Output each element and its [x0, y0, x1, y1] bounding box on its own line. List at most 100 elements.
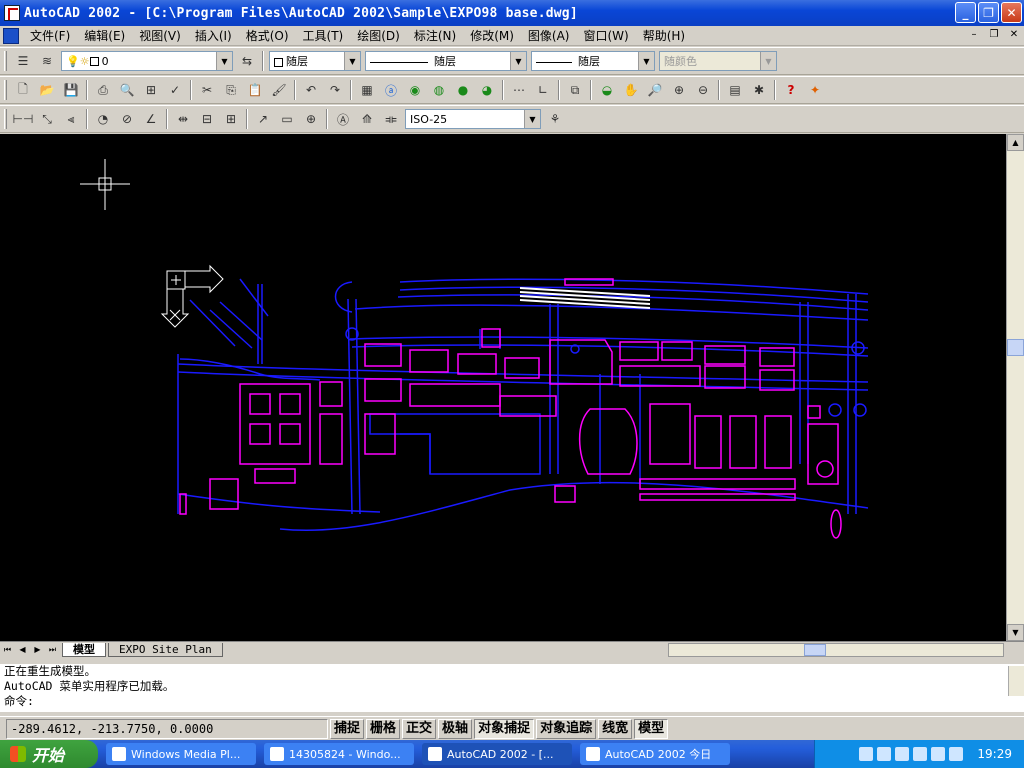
- lineweight-toggle[interactable]: 线宽: [598, 718, 633, 739]
- menu-tools[interactable]: 工具(T): [296, 27, 351, 45]
- dimension-text-edit-icon[interactable]: ⟰: [356, 108, 378, 130]
- continue-dimension-icon[interactable]: ⊞: [220, 108, 242, 130]
- globe-icon[interactable]: ◕: [476, 79, 498, 101]
- messenger-icon[interactable]: [949, 747, 964, 761]
- help-tray-icon[interactable]: [877, 747, 892, 761]
- command-input[interactable]: [33, 694, 974, 708]
- task-autocad-today[interactable]: AutoCAD 2002 今日: [580, 743, 730, 765]
- osnap-toggle[interactable]: 对象捕捉: [474, 718, 535, 739]
- doc-restore-button[interactable]: ❐: [986, 28, 1002, 42]
- 3d-orbit-icon[interactable]: ◒: [596, 79, 618, 101]
- model-space-toggle[interactable]: 模型: [634, 718, 669, 739]
- document-icon[interactable]: [3, 27, 19, 44]
- task-autocad-main[interactable]: AutoCAD 2002 - [...: [422, 743, 572, 765]
- keyboard-icon[interactable]: [859, 747, 874, 761]
- named-views-icon[interactable]: ⧉: [564, 79, 586, 101]
- grid-toggle[interactable]: 栅格: [366, 718, 401, 739]
- menu-image[interactable]: 图像(A): [521, 27, 577, 45]
- security-icon[interactable]: [931, 747, 946, 761]
- meet-now-icon[interactable]: ●: [452, 79, 474, 101]
- drawing-vertical-scrollbar[interactable]: ▲ ▼: [1006, 134, 1024, 641]
- menu-format[interactable]: 格式(O): [239, 27, 296, 45]
- scrollbar-thumb[interactable]: [804, 644, 826, 656]
- print-icon[interactable]: ⎙: [92, 79, 114, 101]
- cut-icon[interactable]: ✂: [196, 79, 218, 101]
- save-icon[interactable]: 💾: [60, 79, 82, 101]
- adcenter-icon[interactable]: ✱: [748, 79, 770, 101]
- chevron-down-icon[interactable]: ▼: [510, 52, 526, 70]
- linear-dimension-icon[interactable]: ⊢⊣: [12, 108, 34, 130]
- today-icon[interactable]: ⓐ: [380, 79, 402, 101]
- color-dropdown[interactable]: 随层 ▼: [269, 51, 361, 71]
- design-center-icon[interactable]: ▦: [356, 79, 378, 101]
- tab-expo-site-plan[interactable]: EXPO Site Plan: [108, 642, 223, 657]
- drawing-canvas[interactable]: [0, 134, 1006, 641]
- aligned-dimension-icon[interactable]: ⤡: [36, 108, 58, 130]
- properties-icon[interactable]: ▤: [724, 79, 746, 101]
- baseline-dimension-icon[interactable]: ⊟: [196, 108, 218, 130]
- publish-icon[interactable]: ⊞: [140, 79, 162, 101]
- dimension-update-icon[interactable]: ⟚: [380, 108, 402, 130]
- layer-manager-icon[interactable]: ☰: [12, 50, 34, 72]
- task-windows-media-player[interactable]: Windows Media Pl...: [106, 743, 256, 765]
- ortho-toggle[interactable]: 正交: [402, 718, 437, 739]
- copy-icon[interactable]: ⎘: [220, 79, 242, 101]
- undo-icon[interactable]: ↶: [300, 79, 322, 101]
- restore-button[interactable]: ❐: [978, 2, 999, 23]
- quick-leader-icon[interactable]: ↗: [252, 108, 274, 130]
- make-object-layer-current-icon[interactable]: ⇆: [236, 50, 258, 72]
- menu-dimension[interactable]: 标注(N): [407, 27, 463, 45]
- tab-model[interactable]: 模型: [62, 642, 106, 657]
- dimension-edit-icon[interactable]: Ⓐ: [332, 108, 354, 130]
- network-icon[interactable]: [895, 747, 910, 761]
- radius-dimension-icon[interactable]: ◔: [92, 108, 114, 130]
- chevron-down-icon[interactable]: ▼: [638, 52, 654, 70]
- active-assistance-icon[interactable]: ✦: [804, 79, 826, 101]
- doc-close-button[interactable]: ✕: [1006, 28, 1022, 42]
- scroll-up-icon[interactable]: ▲: [1007, 134, 1024, 151]
- first-tab-icon[interactable]: ⏮: [0, 643, 15, 657]
- drawing-horizontal-scrollbar[interactable]: [668, 643, 1004, 657]
- polar-toggle[interactable]: 极轴: [438, 718, 473, 739]
- scroll-down-icon[interactable]: ▼: [1007, 624, 1024, 641]
- minimize-button[interactable]: _: [955, 2, 976, 23]
- layer-previous-icon[interactable]: ≋: [36, 50, 58, 72]
- menu-window[interactable]: 窗口(W): [576, 27, 635, 45]
- menu-insert[interactable]: 插入(I): [188, 27, 239, 45]
- chevron-down-icon[interactable]: ▼: [344, 52, 360, 70]
- menu-modify[interactable]: 修改(M): [463, 27, 521, 45]
- menu-edit[interactable]: 编辑(E): [77, 27, 132, 45]
- quick-dimension-icon[interactable]: ⇹: [172, 108, 194, 130]
- layer-dropdown[interactable]: 💡☼ 0 ▼: [61, 51, 233, 71]
- doc-minimize-button[interactable]: –: [966, 28, 982, 42]
- redo-icon[interactable]: ↷: [324, 79, 346, 101]
- toolbar-grip[interactable]: [4, 80, 7, 100]
- new-file-icon[interactable]: 🗋: [12, 79, 34, 101]
- match-properties-icon[interactable]: 🖌: [268, 79, 290, 101]
- open-folder-icon[interactable]: 📂: [36, 79, 58, 101]
- taskbar-clock[interactable]: 19:29: [977, 747, 1012, 761]
- tracking-icon[interactable]: ⋯: [508, 79, 530, 101]
- chevron-down-icon[interactable]: ▼: [524, 110, 540, 128]
- toolbar-grip[interactable]: [4, 109, 7, 129]
- scrollbar-thumb[interactable]: [1007, 339, 1024, 356]
- lineweight-dropdown[interactable]: 随层 ▼: [531, 51, 655, 71]
- zoom-window-icon[interactable]: ⊕: [668, 79, 690, 101]
- prev-tab-icon[interactable]: ◀: [15, 643, 30, 657]
- ucs-icon[interactable]: ∟: [532, 79, 554, 101]
- otrack-toggle[interactable]: 对象追踪: [536, 718, 597, 739]
- help-icon[interactable]: ?: [780, 79, 802, 101]
- paste-icon[interactable]: 📋: [244, 79, 266, 101]
- dimension-style-icon[interactable]: ⚘: [544, 108, 566, 130]
- web-browse-icon[interactable]: ◉: [404, 79, 426, 101]
- dimstyle-dropdown[interactable]: ISO-25 ▼: [405, 109, 541, 129]
- hyperlink-icon[interactable]: ◍: [428, 79, 450, 101]
- linetype-dropdown[interactable]: 随层 ▼: [365, 51, 527, 71]
- menu-draw[interactable]: 绘图(D): [350, 27, 407, 45]
- command-scrollbar[interactable]: [1008, 666, 1024, 696]
- autocad-app-icon[interactable]: [4, 5, 20, 21]
- menu-file[interactable]: 文件(F): [23, 27, 77, 45]
- ordinate-dimension-icon[interactable]: ⫷: [60, 108, 82, 130]
- zoom-realtime-icon[interactable]: 🔎: [644, 79, 666, 101]
- close-button[interactable]: ✕: [1001, 2, 1022, 23]
